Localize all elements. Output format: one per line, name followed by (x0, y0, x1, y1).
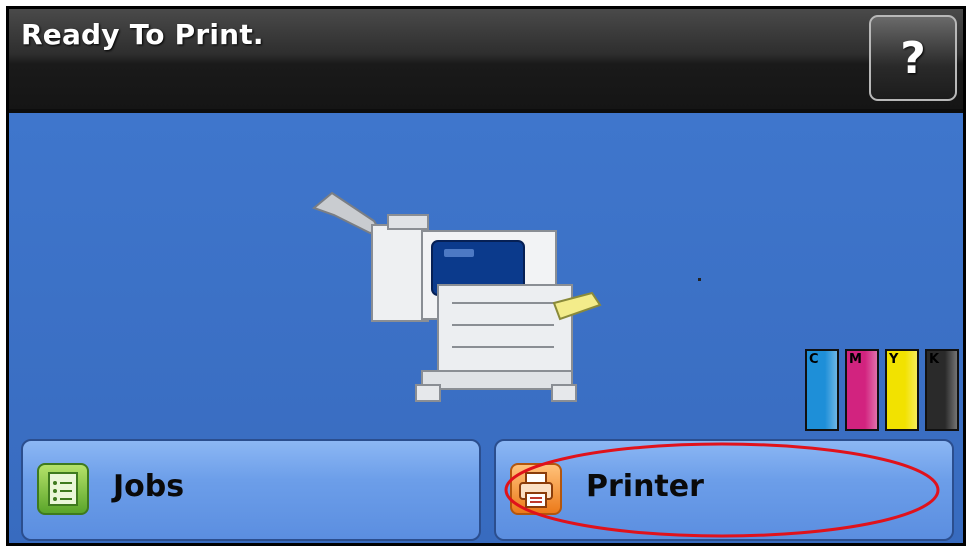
toner-black-label: K (929, 352, 940, 367)
highlight-ellipse (504, 442, 940, 538)
jobs-list-icon (37, 463, 89, 515)
printer-device-image (312, 191, 602, 402)
screen-speck (698, 278, 701, 281)
toner-yellow: Y (885, 349, 919, 431)
toner-cyan: C (805, 349, 839, 431)
printer-control-panel: Ready To Print. ? C M Y K Jobs Printer (6, 6, 966, 546)
help-button[interactable]: ? (869, 15, 957, 101)
main-panel: C M Y K Jobs Printer (9, 113, 963, 543)
toner-magenta-label: M (849, 352, 862, 367)
status-header: Ready To Print. ? (9, 9, 963, 109)
status-title: Ready To Print. (21, 18, 264, 51)
help-icon: ? (900, 32, 926, 84)
toner-cyan-label: C (809, 352, 819, 367)
jobs-button-label: Jobs (113, 469, 185, 504)
toner-yellow-label: Y (889, 352, 899, 367)
toner-magenta: M (845, 349, 879, 431)
toner-black: K (925, 349, 959, 431)
jobs-button[interactable]: Jobs (21, 439, 481, 541)
